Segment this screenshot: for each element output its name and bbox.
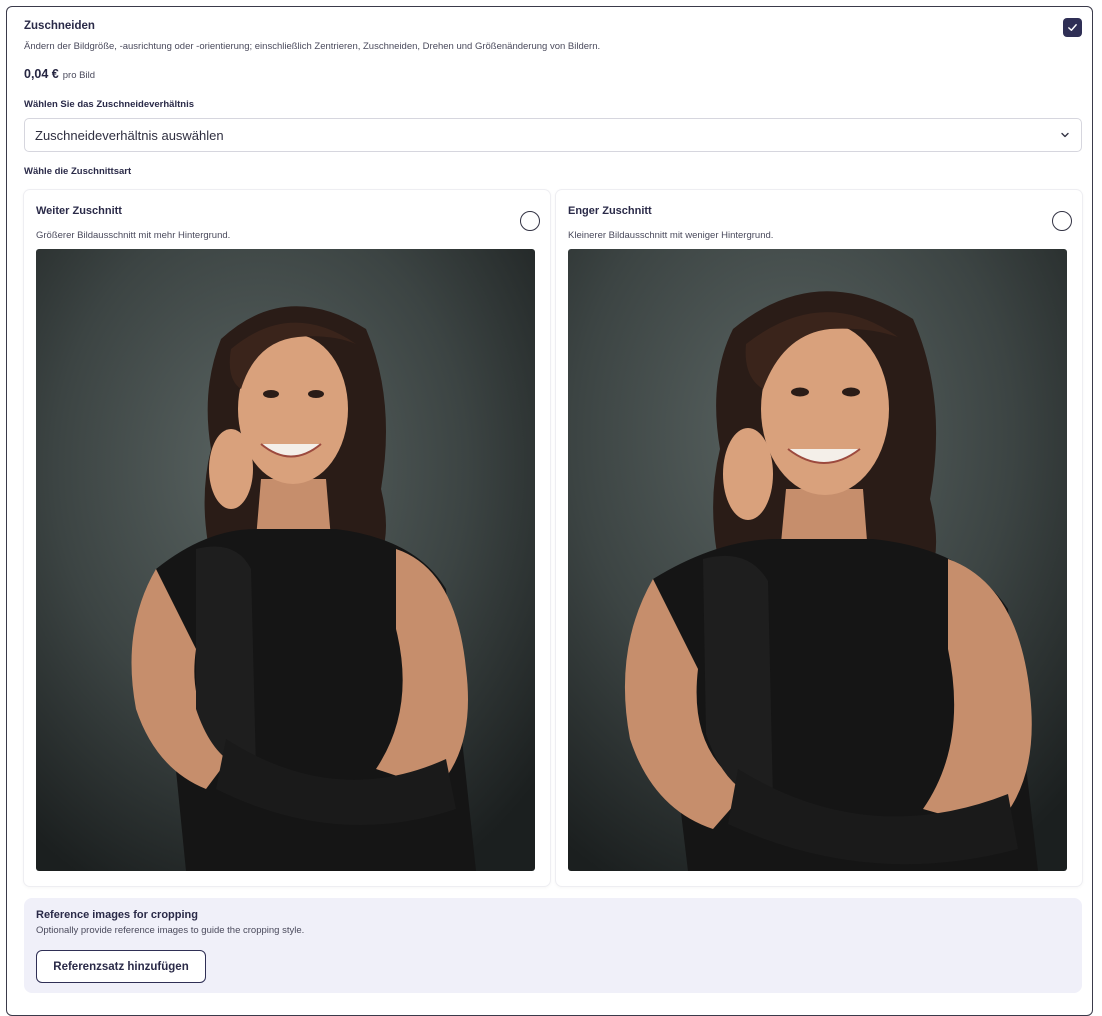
wide-crop-photo xyxy=(36,249,535,871)
price-unit: pro Bild xyxy=(62,70,95,81)
enable-crop-checkbox[interactable] xyxy=(1063,18,1082,37)
crop-option-tight-radio[interactable] xyxy=(1052,211,1072,231)
ratio-select[interactable]: Zuschneideverhältnis auswählen xyxy=(24,118,1082,152)
crop-option-wide-radio[interactable] xyxy=(520,211,540,231)
section-description: Ändern der Bildgröße, -ausrichtung oder … xyxy=(24,41,601,52)
crop-type-label: Wähle die Zuschnittsart xyxy=(24,166,132,177)
reference-title: Reference images for cropping xyxy=(36,909,198,921)
crop-settings-card: Zuschneiden Ändern der Bildgröße, -ausri… xyxy=(6,6,1093,1016)
ratio-label: Wählen Sie das Zuschneideverhältnis xyxy=(24,99,194,110)
reference-images-panel: Reference images for cropping Optionally… xyxy=(24,898,1082,993)
tight-crop-photo xyxy=(568,249,1067,871)
crop-option-title: Weiter Zuschnitt xyxy=(36,205,122,217)
crop-option-description: Kleinerer Bildausschnitt mit weniger Hin… xyxy=(568,230,774,241)
crop-option-wide[interactable]: Weiter Zuschnitt Größerer Bildausschnitt… xyxy=(24,190,550,886)
price-row: 0,04 € pro Bild xyxy=(24,67,95,81)
check-icon xyxy=(1068,24,1077,31)
crop-option-description: Größerer Bildausschnitt mit mehr Hinterg… xyxy=(36,230,231,241)
price-value: 0,04 € xyxy=(24,67,59,81)
crop-option-tight[interactable]: Enger Zuschnitt Kleinerer Bildausschnitt… xyxy=(556,190,1082,886)
chevron-down-icon xyxy=(1061,132,1069,138)
add-reference-set-button[interactable]: Referenzsatz hinzufügen xyxy=(36,950,206,983)
crop-option-title: Enger Zuschnitt xyxy=(568,205,652,217)
ratio-select-value: Zuschneideverhältnis auswählen xyxy=(35,127,224,143)
reference-description: Optionally provide reference images to g… xyxy=(36,925,305,936)
section-title: Zuschneiden xyxy=(24,20,95,32)
